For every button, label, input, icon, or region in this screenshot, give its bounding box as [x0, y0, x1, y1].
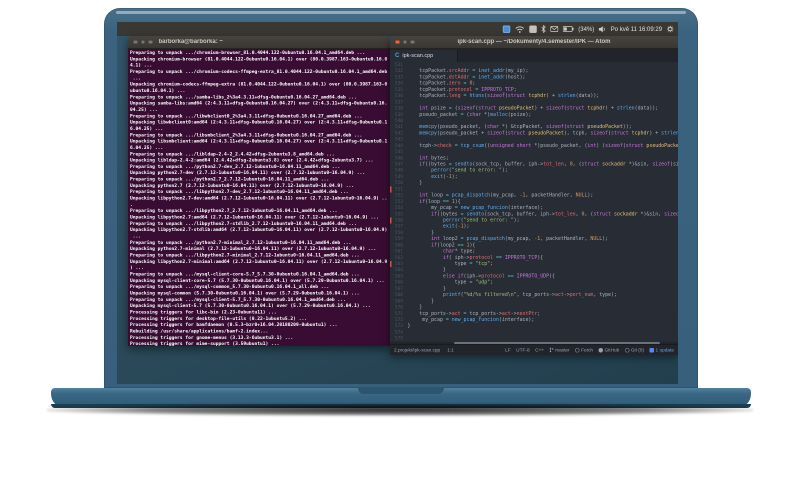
terminal-line: Unpacking libldap-2.4-2:amd64 (2.4.42+df… — [130, 157, 374, 164]
laptop-lid: (34%) Po kvě 11 16:09:29 barborka@barbor… — [104, 8, 698, 388]
laptop-mockup: (34%) Po kvě 11 16:09:29 barborka@barbor… — [0, 0, 800, 477]
atom-window: ipk-scan.cpp — ~/Dokumenty/4.semester/IP… — [390, 36, 678, 355]
cpp-file-icon: C — [395, 53, 400, 59]
github-icon — [598, 347, 604, 353]
atom-titlebar[interactable]: ipk-scan.cpp — ~/Dokumenty/4.semester/IP… — [390, 36, 678, 49]
status-language[interactable]: C++ — [535, 347, 544, 353]
status-git-branch[interactable]: master — [549, 347, 570, 353]
app-indicator-icon[interactable] — [503, 25, 511, 33]
terminal-line: Preparing to unpack .../chromium-codecs-… — [130, 68, 388, 75]
terminal-line: Unpacking libsmbclient:amd64 (2:4.3.11+d… — [130, 138, 388, 145]
laptop-notch — [358, 388, 444, 394]
line-number[interactable]: 575 — [390, 336, 408, 342]
lid-highlight — [116, 11, 686, 14]
terminal-minimize-button[interactable] — [140, 39, 145, 45]
terminal-line: Unpacking libpython2.7:amd64 (2.7.12-1ub… — [130, 214, 379, 221]
status-encoding[interactable]: UTF-8 — [516, 347, 529, 353]
bluetooth-icon[interactable] — [541, 25, 547, 33]
code-editor[interactable]: 531 532 tcpPacket.srcAddr = inet_addr(my_… — [390, 62, 678, 342]
terminal-line: Unpacking samba-libs:amd64 (2:4.3.11+dfs… — [130, 100, 388, 107]
terminal-line: Unpacking mysql-common (5.7.30-0ubuntu0.… — [130, 290, 360, 296]
terminal-line: Unpacking libpython2.7-stdlib:amd64 (2.7… — [130, 227, 388, 233]
terminal-output[interactable]: Preparing to unpack .../chromium-browser… — [128, 49, 390, 346]
session-gear-icon[interactable] — [667, 25, 674, 33]
terminal-line: Unpacking libwbclient0:amd64 (2:4.3.11+d… — [130, 119, 388, 126]
update-package-icon — [649, 347, 655, 353]
terminal-titlebar[interactable]: barborka@barborka: ~ — [128, 36, 390, 49]
status-file-path[interactable]: 2.projekt/ipk-scan.cpp — [394, 347, 440, 353]
terminal-line: Unpacking libpython2.7-dev:amd64 (2.7.12… — [130, 195, 388, 202]
laptop-shadow — [47, 404, 753, 416]
desktop-screen[interactable]: (34%) Po kvě 11 16:09:29 barborka@barbor… — [117, 22, 678, 384]
atom-status-bar: 2.projekt/ipk-scan.cpp 1:1 LF UTF-8 C++ … — [390, 344, 678, 355]
terminal-window: barborka@barborka: ~ Preparing to unpack… — [128, 36, 390, 346]
tab-ipk-scan-cpp[interactable]: C ipk-scan.cpp — [390, 50, 458, 62]
clock[interactable]: Po kvě 11 16:09:29 — [611, 26, 662, 33]
battery-icon[interactable] — [563, 26, 574, 32]
terminal-line: Processing triggers for mime-support (3.… — [130, 341, 280, 346]
atom-title: ipk-scan.cpp — ~/Dokumenty/4.semester/IP… — [457, 39, 611, 45]
status-cursor-position[interactable]: 1:1 — [447, 347, 454, 353]
terminal-line: Preparing to unpack .../chromium-browser… — [130, 50, 366, 56]
status-fetch[interactable]: Fetch — [575, 347, 593, 353]
volume-icon[interactable] — [599, 26, 607, 33]
wifi-icon[interactable] — [515, 25, 525, 33]
atom-tab-bar: C ipk-scan.cpp — [390, 49, 678, 62]
terminal-line: Preparing to unpack .../libpython2.7-min… — [130, 252, 360, 259]
fetch-icon — [575, 347, 580, 353]
battery-percentage: (34%) — [578, 25, 595, 33]
status-line-ending[interactable]: LF — [505, 347, 511, 353]
terminal-close-button[interactable] — [133, 39, 138, 45]
code-line: 575 — [390, 336, 678, 342]
terminal-line: Unpacking libpython2.7-minimal:amd64 (2.… — [130, 258, 388, 265]
terminal-maximize-button[interactable] — [148, 39, 153, 45]
status-git-changes[interactable]: Git (0) — [624, 347, 644, 353]
branch-icon — [549, 347, 554, 353]
git-icon — [624, 347, 630, 353]
top-panel: (34%) Po kvě 11 16:09:29 — [117, 22, 678, 36]
status-github[interactable]: GitHub — [598, 347, 619, 353]
terminal-title: barborka@barborka: ~ — [158, 39, 223, 45]
terminal-line: Preparing to unpack .../mysql-client-cor… — [130, 271, 360, 277]
terminal-line: Unpacking chromium-browser (81.0.4044.12… — [130, 56, 388, 62]
tab-label: ipk-scan.cpp — [402, 53, 434, 59]
keyboard-layout-icon[interactable] — [529, 25, 538, 33]
mail-icon[interactable] — [550, 26, 559, 32]
status-update[interactable]: 1 update — [649, 347, 674, 353]
